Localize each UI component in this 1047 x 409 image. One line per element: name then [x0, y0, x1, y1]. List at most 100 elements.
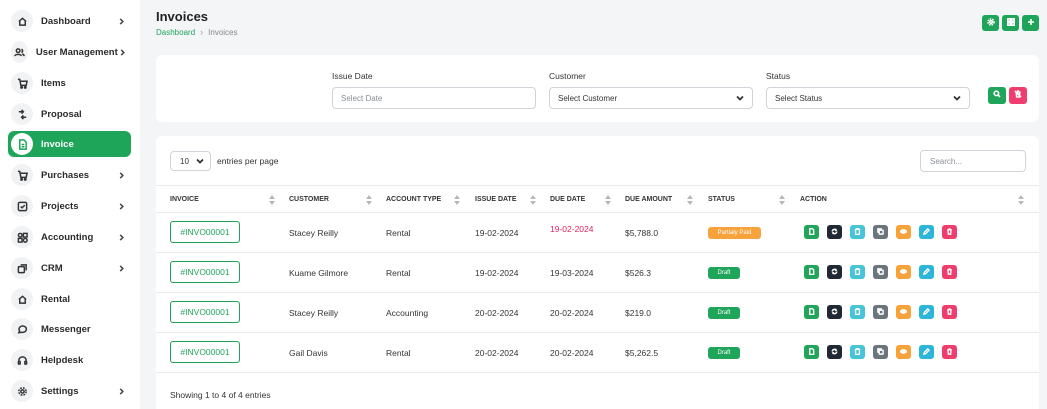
copy-icon	[877, 347, 884, 358]
column-header-issue-date[interactable]: ISSUE DATE	[475, 186, 517, 213]
view-button[interactable]	[896, 265, 911, 279]
status-select[interactable]: Select Status	[766, 87, 970, 109]
sidebar-item-label: Helpdesk	[41, 354, 84, 366]
edit-button[interactable]	[919, 265, 934, 279]
invoice-number-button[interactable]: #INVO00001	[170, 341, 240, 363]
settings-button[interactable]	[982, 15, 999, 31]
sidebar-item-label: Invoice	[41, 138, 74, 150]
grid-icon	[11, 226, 33, 248]
file-icon	[808, 347, 815, 358]
invoice-number-button[interactable]: #INVO00001	[170, 301, 240, 323]
delete-button[interactable]	[942, 225, 957, 239]
sidebar-item-label: Accounting	[41, 231, 94, 243]
edit-button[interactable]	[919, 345, 934, 359]
sidebar-item-messenger[interactable]: Messenger	[8, 316, 131, 342]
pencil-icon	[922, 267, 931, 278]
receipt-button[interactable]	[850, 265, 865, 279]
sidebar-item-dashboard[interactable]: Dashboard	[8, 8, 131, 34]
duplicate-button[interactable]	[827, 225, 842, 239]
sidebar-item-invoice[interactable]: Invoice	[8, 131, 131, 157]
due-amount-cell: $5,262.5	[625, 347, 659, 358]
column-header-status[interactable]: STATUS	[708, 186, 735, 213]
sidebar-item-crm[interactable]: CRM	[8, 255, 131, 281]
status-badge: Draft	[708, 347, 740, 359]
delete-button[interactable]	[942, 265, 957, 279]
reset-filter-button[interactable]	[1009, 87, 1027, 104]
sort-icon	[1018, 195, 1024, 205]
copy-button[interactable]	[873, 225, 888, 239]
headset-icon	[11, 349, 33, 371]
sidebar-item-user-management[interactable]: User Management	[8, 39, 131, 65]
gear-icon	[11, 380, 33, 402]
download-pdf-button[interactable]	[804, 265, 819, 279]
account-type-cell: Rental	[386, 347, 411, 358]
sidebar-item-proposal[interactable]: Proposal	[8, 101, 131, 127]
chevron-right-icon	[115, 169, 127, 181]
duplicate-button[interactable]	[827, 305, 842, 319]
column-header-due-amount[interactable]: DUE AMOUNT	[625, 186, 672, 213]
column-header-invoice[interactable]: INVOICE	[170, 186, 199, 213]
per-page-select[interactable]: 10	[170, 151, 211, 171]
view-button[interactable]	[896, 305, 911, 319]
due-date-cell: 19-02-2024	[550, 224, 594, 234]
repeat-icon	[831, 347, 838, 358]
sidebar-item-label: Settings	[41, 385, 79, 397]
receipt-button[interactable]	[850, 305, 865, 319]
invoice-number-button[interactable]: #INVO00001	[170, 221, 240, 243]
chevron-down-icon	[196, 157, 204, 165]
column-header-due-date[interactable]: DUE DATE	[550, 186, 585, 213]
receipt-button[interactable]	[850, 345, 865, 359]
breadcrumb-home-link[interactable]: Dashboard	[156, 28, 195, 37]
sidebar-item-settings[interactable]: Settings	[8, 378, 131, 404]
column-header-action: ACTION	[800, 196, 827, 203]
customer-label: Customer	[549, 71, 586, 81]
download-pdf-button[interactable]	[804, 345, 819, 359]
copy-button[interactable]	[873, 345, 888, 359]
edit-button[interactable]	[919, 305, 934, 319]
sidebar-item-items[interactable]: Items	[8, 70, 131, 96]
delete-button[interactable]	[942, 305, 957, 319]
receipt-button[interactable]	[850, 225, 865, 239]
sidebar-item-purchases[interactable]: Purchases	[8, 162, 131, 188]
copy-icon	[877, 267, 884, 278]
customer-select[interactable]: Select Customer	[549, 87, 753, 109]
delete-button[interactable]	[942, 345, 957, 359]
chevron-down-icon	[736, 94, 744, 102]
home-icon	[11, 288, 33, 310]
home-icon	[11, 10, 33, 32]
download-pdf-button[interactable]	[804, 305, 819, 319]
chevron-right-icon	[118, 46, 127, 58]
filter-card: Issue Date Select Date Customer Select C…	[156, 55, 1039, 122]
column-header-account-type[interactable]: ACCOUNT TYPE	[386, 186, 441, 213]
issue-date-input[interactable]: Select Date	[332, 87, 536, 109]
trash-off-icon	[1014, 90, 1022, 101]
sidebar-item-projects[interactable]: Projects	[8, 193, 131, 219]
pencil-icon	[922, 307, 931, 318]
sidebar-item-rental[interactable]: Rental	[8, 286, 131, 312]
invoice-number-button[interactable]: #INVO00001	[170, 261, 240, 283]
column-header-customer[interactable]: CUSTOMER	[289, 186, 329, 213]
edit-button[interactable]	[919, 225, 934, 239]
grid-icon	[1006, 17, 1015, 29]
copy-button[interactable]	[873, 305, 888, 319]
apply-filter-button[interactable]	[988, 87, 1006, 104]
breadcrumb: Dashboard › Invoices	[156, 27, 238, 37]
due-date-cell: 20-02-2024	[550, 347, 594, 358]
row-actions	[804, 305, 957, 319]
status-select-value: Select Status	[775, 93, 823, 103]
download-pdf-button[interactable]	[804, 225, 819, 239]
add-invoice-button[interactable]	[1022, 15, 1039, 31]
sidebar-item-accounting[interactable]: Accounting	[8, 224, 131, 250]
copy-button[interactable]	[873, 265, 888, 279]
settings-icon	[986, 17, 995, 29]
view-button[interactable]	[896, 345, 911, 359]
grid-view-button[interactable]	[1002, 15, 1019, 31]
table-footer-info: Showing 1 to 4 of 4 entries	[170, 390, 271, 400]
duplicate-button[interactable]	[827, 265, 842, 279]
issue-date-cell: 20-02-2024	[475, 307, 519, 318]
sidebar-item-helpdesk[interactable]: Helpdesk	[8, 347, 131, 373]
search-input[interactable]: Search...	[920, 150, 1026, 172]
view-button[interactable]	[896, 225, 911, 239]
duplicate-button[interactable]	[827, 345, 842, 359]
sort-icon	[366, 195, 372, 205]
